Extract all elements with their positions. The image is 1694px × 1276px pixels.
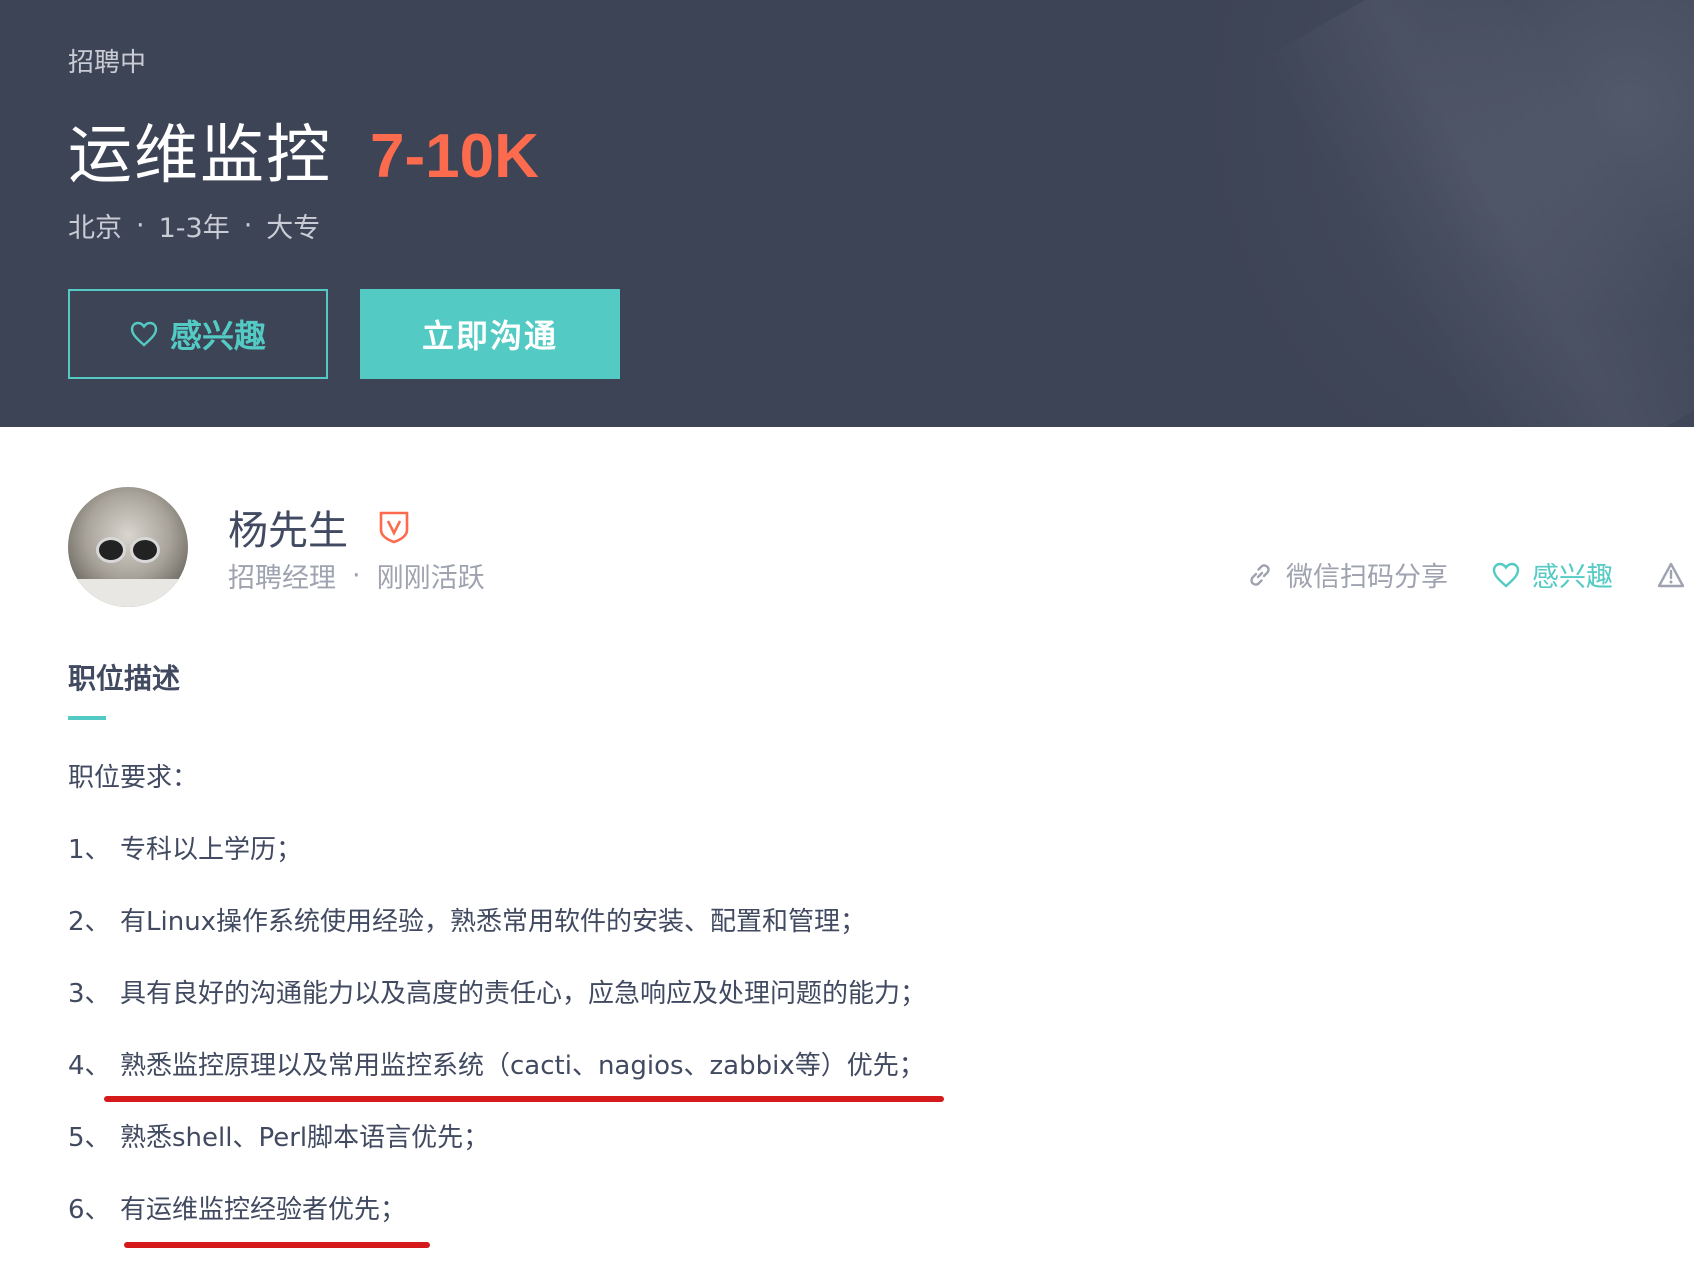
requirement-number: 3、: [68, 979, 111, 1009]
requirement-item: 4、 熟悉监控原理以及常用监控系统（cacti、nagios、zabbix等）优先…: [68, 1048, 926, 1120]
job-experience: 1-3年: [158, 213, 230, 244]
requirement-item: 2、 有Linux操作系统使用经验，熟悉常用软件的安装、配置和管理；: [68, 904, 926, 976]
interest-button-label: 感兴趣: [169, 317, 266, 355]
avatar-detail: [130, 537, 160, 563]
highlight-underline: [124, 1242, 430, 1248]
title-row: 运维监控 7-10K: [68, 104, 539, 196]
job-city: 北京: [68, 213, 122, 244]
requirement-text: 具有良好的沟通能力以及高度的责任心，应急响应及处理问题的能力；: [120, 979, 927, 1009]
job-meta: 北京 · 1-3年 · 大专: [68, 206, 320, 245]
meta-separator: ·: [243, 210, 253, 241]
job-actions: 微信扫码分享 感兴趣 举: [1246, 555, 1694, 594]
recruiter-name: 杨先生: [228, 508, 348, 554]
recruiter-activity: 刚刚活跃: [376, 563, 485, 594]
verified-shield-icon: [378, 510, 410, 544]
requirement-item: 6、 有运维监控经验者优先；: [68, 1192, 926, 1264]
requirement-number: 4、: [68, 1051, 111, 1081]
avatar-detail: [96, 537, 126, 563]
chat-now-button[interactable]: 立即沟通: [360, 289, 620, 379]
role-separator: ·: [352, 560, 361, 591]
recruiter-avatar: [68, 487, 188, 607]
description-intro: 职位要求：: [68, 763, 199, 793]
requirement-text: 有运维监控经验者优先；: [120, 1195, 407, 1225]
requirement-number: 2、: [68, 907, 111, 937]
requirement-item: 3、 具有良好的沟通能力以及高度的责任心，应急响应及处理问题的能力；: [68, 976, 926, 1048]
requirement-text: 专科以上学历；: [120, 835, 303, 865]
requirement-text: 熟悉监控原理以及常用监控系统（cacti、nagios、zabbix等）优先；: [120, 1051, 925, 1081]
recruiter-title: 招聘经理: [228, 563, 336, 594]
requirement-number: 1、: [68, 835, 111, 865]
requirement-text: 熟悉shell、Perl脚本语言优先；: [120, 1123, 490, 1153]
section-title-underline: [68, 716, 106, 720]
link-icon: [1246, 561, 1274, 589]
chat-now-button-label: 立即沟通: [421, 317, 558, 355]
recruiter-name-row: 杨先生: [228, 498, 410, 556]
requirement-item: 5、 熟悉shell、Perl脚本语言优先；: [68, 1120, 926, 1192]
heart-icon: [130, 321, 158, 347]
recruiter-role-row: 招聘经理 · 刚刚活跃: [228, 556, 485, 595]
interest-link[interactable]: 感兴趣: [1492, 555, 1613, 594]
job-status: 招聘中: [68, 48, 147, 78]
job-description: 职位要求： 1、 专科以上学历； 2、 有Linux操作系统使用经验，熟悉常用软件的…: [68, 760, 926, 1264]
interest-button[interactable]: 感兴趣: [68, 289, 328, 379]
requirement-number: 6、: [68, 1195, 111, 1225]
interest-link-label: 感兴趣: [1532, 562, 1613, 593]
section-title: 职位描述: [68, 662, 181, 695]
meta-separator: ·: [136, 210, 145, 241]
highlight-underline: [104, 1096, 944, 1102]
job-education: 大专: [266, 213, 321, 244]
report-link[interactable]: 举: [1657, 555, 1694, 594]
job-header-banner: 招聘中 运维监控 7-10K 北京 · 1-3年 · 大专 感兴趣 立即沟通: [0, 0, 1694, 427]
avatar-detail: [68, 579, 188, 607]
share-label: 微信扫码分享: [1286, 562, 1448, 593]
share-wechat-link[interactable]: 微信扫码分享: [1246, 555, 1448, 594]
requirement-text: 有Linux操作系统使用经验，熟悉常用软件的安装、配置和管理；: [120, 907, 867, 937]
warning-icon: [1657, 562, 1685, 588]
requirement-item: 1、 专科以上学历；: [68, 832, 926, 904]
salary: 7-10K: [370, 122, 539, 191]
heart-icon: [1492, 562, 1520, 588]
requirement-number: 5、: [68, 1123, 111, 1153]
job-title: 运维监控: [68, 119, 332, 193]
